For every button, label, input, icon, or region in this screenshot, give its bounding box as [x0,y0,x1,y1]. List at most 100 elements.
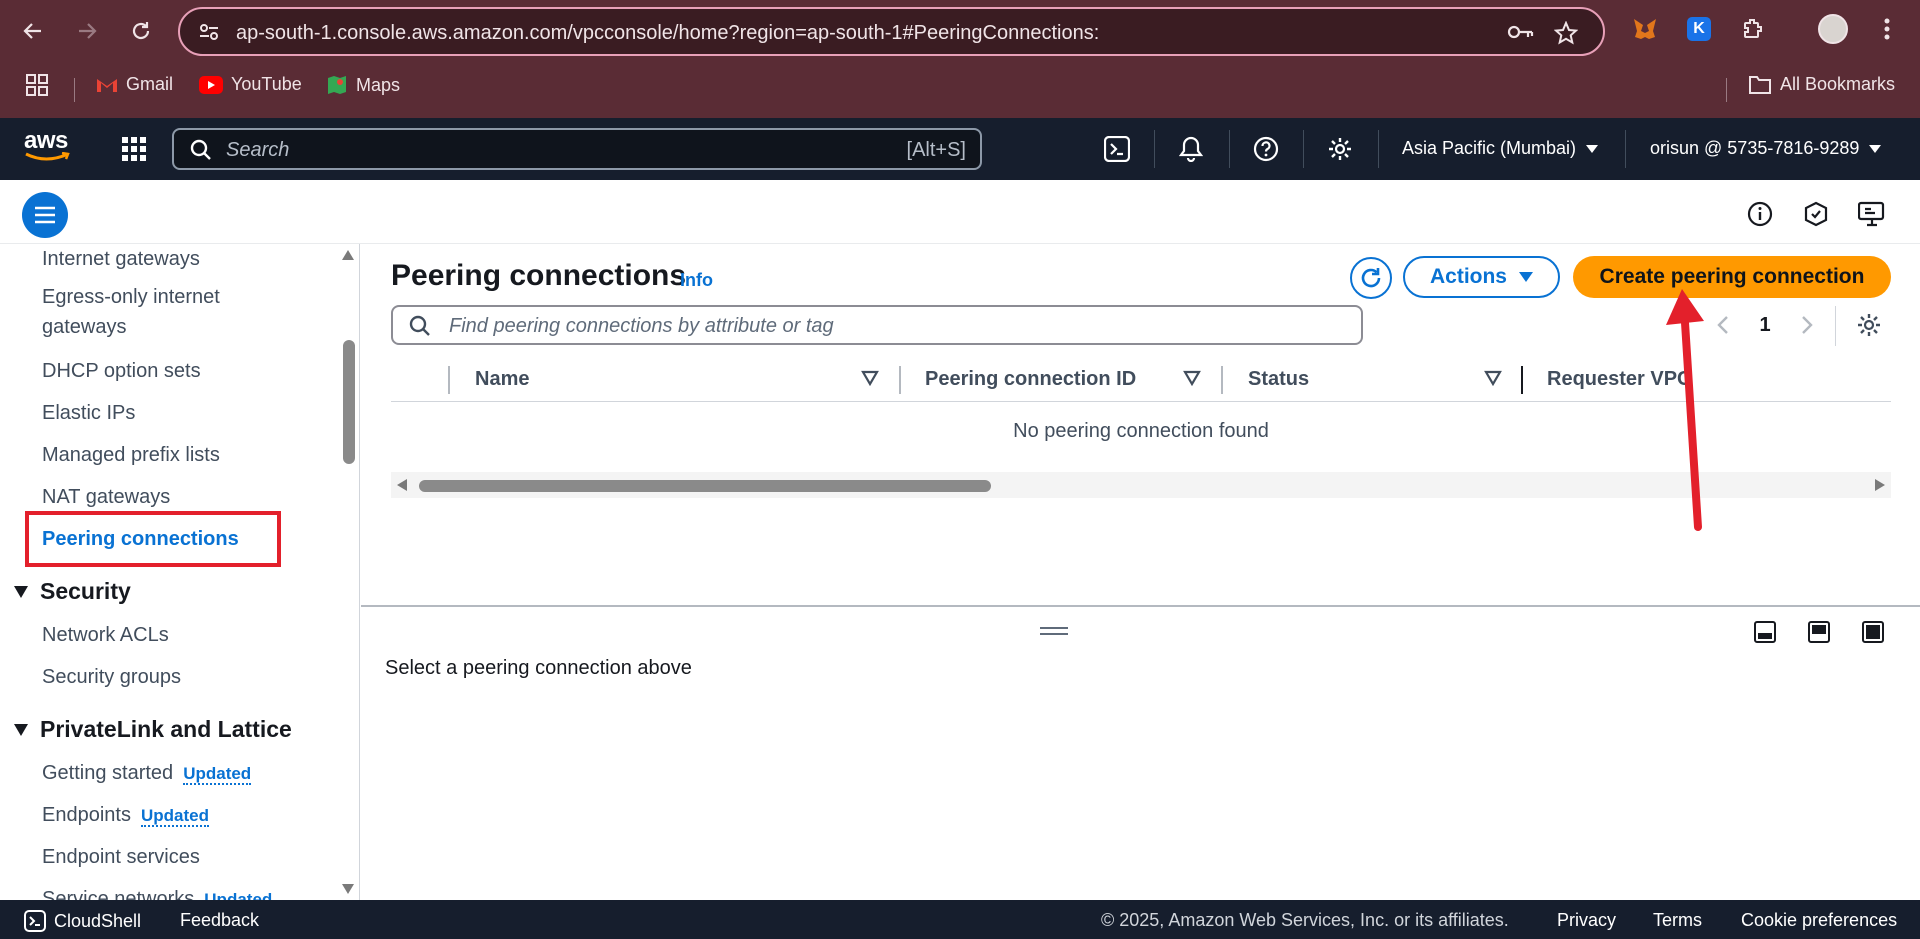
notifications-shield-icon[interactable] [1800,198,1832,230]
refresh-icon [1361,268,1381,288]
table-settings-gear-icon[interactable] [1854,310,1884,340]
annotation-highlight-box [25,511,281,567]
apps-grid-icon[interactable] [26,74,48,96]
feedback-link[interactable]: Feedback [180,910,259,931]
chevron-right-icon[interactable] [1792,310,1822,340]
column-header-name[interactable]: Name [475,368,529,391]
refresh-button[interactable] [1350,257,1392,299]
sidebar-item-egress-only-internet-gateways[interactable]: Egress-only internet gateways [42,282,302,342]
address-bar[interactable]: ap-south-1.console.aws.amazon.com/vpccon… [178,7,1605,56]
bell-icon[interactable] [1175,133,1207,165]
forward-icon[interactable] [70,14,104,48]
page-number[interactable]: 1 [1750,310,1780,340]
search-icon [409,315,431,337]
actions-button[interactable]: Actions [1403,256,1560,298]
youtube-icon [199,75,223,94]
sort-icon[interactable] [861,370,879,386]
sidebar-item-security-groups[interactable]: Security groups [42,662,181,692]
search-input[interactable]: Search [Alt+S] [172,128,982,170]
bookmark-maps[interactable]: Maps [326,74,400,96]
browser-chrome: ap-south-1.console.aws.amazon.com/vpccon… [0,0,1920,118]
terms-link[interactable]: Terms [1653,910,1702,931]
all-bookmarks[interactable]: All Bookmarks [1748,74,1895,95]
filter-input[interactable]: Find peering connections by attribute or… [391,305,1363,345]
caret-down-icon [14,723,28,736]
star-icon[interactable] [1554,21,1578,45]
info-circle-icon[interactable] [1744,198,1776,230]
extensions-icon[interactable] [1738,14,1768,44]
account-menu[interactable]: orisun @ 5735-7816-9289 [1650,138,1882,159]
sort-icon[interactable] [1183,370,1201,386]
privacy-link[interactable]: Privacy [1557,910,1616,931]
sidebar-item-service-networks[interactable]: Service networks Updated [42,884,273,900]
cookie-preferences-link[interactable]: Cookie preferences [1741,910,1897,931]
sidebar-scroll-thumb[interactable] [343,340,355,464]
menu-dots-icon[interactable] [1872,14,1902,44]
maps-icon [328,76,346,94]
split-panel-message: Select a peering connection above [385,657,692,679]
caret-down-icon [1869,144,1882,153]
sidebar-section-security[interactable]: Security [14,578,131,605]
region-selector[interactable]: Asia Pacific (Mumbai) [1402,138,1599,159]
console-footer: CloudShell Feedback © 2025, Amazon Web S… [0,900,1920,939]
sidebar-item-endpoint-services[interactable]: Endpoint services [42,842,200,872]
aws-top-nav: aws Search [Alt+S] Asia Pacific (Mumbai)… [0,118,1920,180]
reload-icon[interactable] [124,14,158,48]
caret-down-icon [14,585,28,598]
aws-logo[interactable]: aws [24,129,72,162]
folder-icon [1749,75,1771,94]
split-panel-divider [361,605,1920,607]
hamburger-menu-icon[interactable] [22,192,68,238]
metamask-extension-icon[interactable] [1630,14,1660,44]
sort-icon[interactable] [1484,370,1502,386]
create-peering-connection-button[interactable]: Create peering connection [1573,256,1891,298]
sidebar-item-nat-gateways[interactable]: NAT gateways [42,482,170,512]
split-panel-resize-handle[interactable] [1040,627,1068,635]
caret-down-icon [1519,272,1533,282]
updated-badge: Updated [204,890,273,900]
key-icon[interactable] [1506,21,1534,43]
search-icon [190,139,212,161]
sidebar-item-managed-prefix-lists[interactable]: Managed prefix lists [42,440,220,470]
scroll-right-icon[interactable] [1875,479,1885,491]
cloudshell-icon [24,910,46,932]
sidebar-item-internet-gateways[interactable]: Internet gateways [42,244,200,274]
sidebar-item-network-acls[interactable]: Network ACLs [42,620,169,650]
grid-menu-icon[interactable] [118,133,150,165]
url-text: ap-south-1.console.aws.amazon.com/vpccon… [236,22,1100,44]
sidebar-section-privatelink[interactable]: PrivateLink and Lattice [14,716,292,743]
annotation-arrow-icon [1666,289,1704,531]
sidebar-item-endpoints[interactable]: Endpoints Updated [42,800,209,831]
bookmark-youtube[interactable]: YouTube [199,74,302,95]
scroll-down-icon[interactable] [342,884,354,894]
bookmarks-bar: Gmail YouTube Maps All Bookmarks [0,70,1920,106]
column-header-peering-connection-id[interactable]: Peering connection ID [925,368,1136,391]
panel-bottom-icon[interactable] [1753,620,1777,644]
sidebar-item-getting-started[interactable]: Getting started Updated [42,758,252,789]
cloudshell-button[interactable]: CloudShell [24,910,141,932]
sidebar-item-elastic-ips[interactable]: Elastic IPs [42,398,135,428]
horizontal-scroll-thumb[interactable] [419,480,991,492]
console-subheader [0,180,1920,244]
scroll-up-icon[interactable] [342,250,354,260]
scroll-left-icon[interactable] [397,479,407,491]
panel-side-icon[interactable] [1807,620,1831,644]
feedback-screen-icon[interactable] [1856,198,1888,230]
caret-down-icon [1586,144,1599,153]
site-settings-icon[interactable] [198,21,220,43]
sidebar-item-dhcp-option-sets[interactable]: DHCP option sets [42,356,201,386]
back-icon[interactable] [16,14,50,48]
profile-icon[interactable] [1818,14,1848,44]
k-extension-icon[interactable]: K [1684,14,1714,44]
info-link[interactable]: Info [680,270,713,291]
gear-icon[interactable] [1324,133,1356,165]
panel-off-icon[interactable] [1861,620,1885,644]
bookmark-gmail[interactable]: Gmail [96,74,173,95]
column-header-status[interactable]: Status [1248,368,1309,391]
help-icon[interactable] [1250,133,1282,165]
cloudshell-icon[interactable] [1101,133,1133,165]
page-title: Peering connections [391,259,687,292]
updated-badge: Updated [183,764,252,785]
gmail-icon [97,78,117,92]
updated-badge: Updated [140,806,209,827]
